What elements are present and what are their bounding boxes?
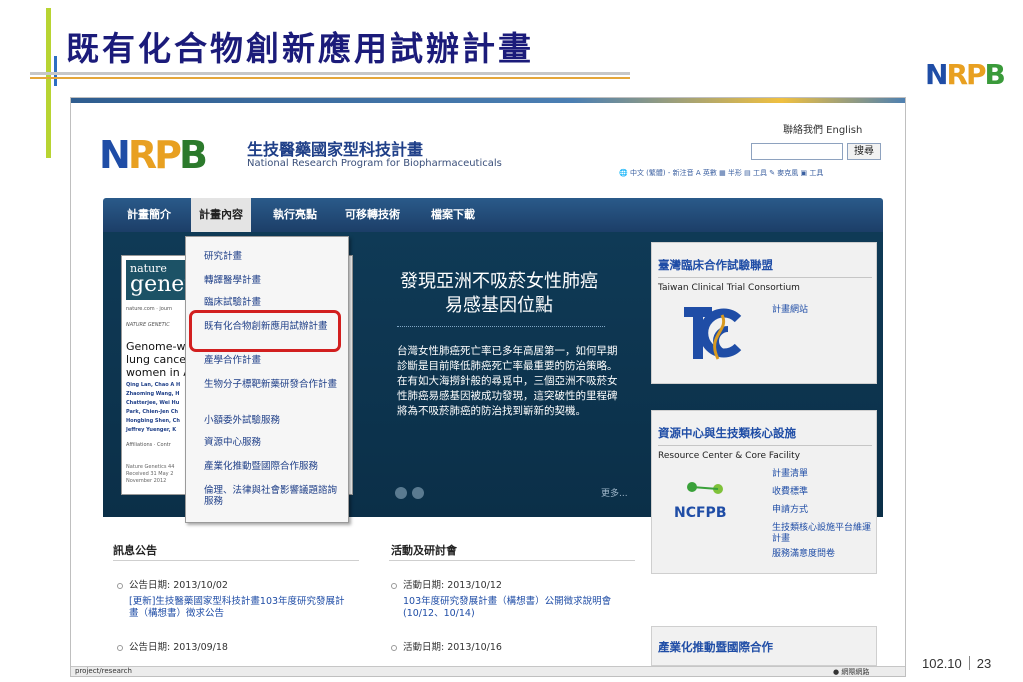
banner-more-link[interactable]: 更多... bbox=[601, 486, 628, 499]
slide-accent-bar-blue bbox=[54, 56, 57, 86]
slider-dot[interactable] bbox=[395, 487, 407, 499]
bullet-icon bbox=[391, 583, 397, 589]
slide-divider bbox=[30, 72, 630, 75]
event-link[interactable]: 103年度研究發展計畫（構想書）公開徵求說明會 (10/12、10/14) bbox=[403, 596, 611, 620]
banner-divider bbox=[397, 326, 605, 327]
core-facility-title[interactable]: 資源中心與生技類核心設施 bbox=[658, 425, 796, 441]
panel-divider bbox=[658, 445, 872, 446]
nav-item-tech-transfer[interactable]: 可移轉技術 bbox=[345, 198, 400, 232]
tcc-subtitle: Taiwan Clinical Trial Consortium bbox=[658, 283, 800, 293]
dropdown-item-research[interactable]: 研究計畫 bbox=[204, 251, 342, 262]
website-screenshot: NRPB 生技醫藥國家型科技計畫 National Research Progr… bbox=[70, 97, 906, 677]
bullet-icon bbox=[391, 645, 397, 651]
bullet-icon bbox=[117, 583, 123, 589]
highlight-annotation bbox=[189, 310, 341, 352]
slide-title: 既有化合物創新應用試辦計畫 bbox=[66, 29, 534, 68]
site-title: 生技醫藥國家型科技計畫 bbox=[247, 140, 424, 159]
banner-body: 台灣女性肺癌死亡率已多年高居第一，如何早期診斷是目前降低肺癌死亡率最重要的防治策… bbox=[397, 345, 618, 417]
dropdown-item-small-outsourcing[interactable]: 小額委外試驗服務 bbox=[204, 415, 342, 426]
news-link[interactable]: [更新]生技醫藥國家型科技計畫103年度研究發展計 畫（構想書）徵求公告 bbox=[129, 596, 345, 620]
core-link-list[interactable]: 計畫清單 bbox=[772, 469, 872, 480]
content-dropdown-menu: 研究計畫 轉譯醫學計畫 臨床試驗計畫 既有化合物創新應用試辦計畫 產學合作計畫 … bbox=[185, 236, 349, 523]
journal-url: nature.com · journ bbox=[126, 306, 173, 312]
journal-section: NATURE GENETIC bbox=[126, 322, 170, 328]
tcc-logo-icon bbox=[684, 307, 742, 360]
site-subtitle: National Research Program for Biopharmac… bbox=[247, 158, 502, 169]
slide-divider-orange bbox=[30, 77, 630, 79]
dropdown-item-industry-academia[interactable]: 產學合作計畫 bbox=[204, 355, 342, 366]
panel-divider bbox=[658, 277, 872, 278]
core-link-apply[interactable]: 申請方式 bbox=[772, 505, 872, 516]
nav-item-downloads[interactable]: 檔案下載 bbox=[431, 198, 475, 232]
dropdown-item-biomolecular[interactable]: 生物分子標靶新藥研發合作計畫 bbox=[204, 379, 342, 390]
banner-heading: 發現亞洲不吸菸女性肺癌 易感基因位點 bbox=[400, 271, 598, 316]
events-divider bbox=[389, 560, 635, 561]
slide-footer: 102.10 23 bbox=[922, 656, 991, 671]
tcc-site-link[interactable]: 計畫網站 bbox=[772, 305, 872, 316]
slide-logo: NRPB bbox=[925, 58, 1006, 91]
slider-dots bbox=[395, 484, 429, 503]
ncfpb-logo-icon: NCFPB bbox=[674, 482, 727, 521]
journal-affiliations: Affiliations · Contr bbox=[126, 442, 171, 448]
nav-item-highlights[interactable]: 執行亮點 bbox=[273, 198, 317, 232]
top-links[interactable]: 聯絡我們 English bbox=[783, 121, 862, 136]
browser-status-bar: project/research ● 網際網路 bbox=[71, 666, 905, 676]
bullet-icon bbox=[117, 645, 123, 651]
news-divider bbox=[113, 560, 359, 561]
dropdown-item-elsi[interactable]: 倫理、法律與社會影響議題諮詢服務 bbox=[204, 485, 342, 507]
event-date: 活動日期: 2013/10/12 bbox=[403, 580, 502, 591]
status-url: project/research bbox=[75, 667, 132, 675]
core-facility-panel: 資源中心與生技類核心設施 Resource Center & Core Faci… bbox=[651, 410, 877, 574]
core-link-platform[interactable]: 生技類核心設施平台維運計畫 bbox=[772, 523, 872, 545]
news-date: 公告日期: 2013/10/02 bbox=[129, 580, 228, 591]
site-top-strip bbox=[71, 98, 905, 103]
slide-page-number: 23 bbox=[976, 656, 992, 671]
ime-toolbar: 🌐 中文 (繁體) - 新注音 A 英數 ▦ 半形 ▤ 工具 ✎ 麥克風 ▣ 工… bbox=[619, 169, 824, 177]
slide-date: 102.10 bbox=[922, 656, 962, 671]
industry-title[interactable]: 產業化推動暨國際合作 bbox=[658, 639, 773, 655]
slider-dot[interactable] bbox=[412, 487, 424, 499]
dropdown-item-clinical[interactable]: 臨床試驗計畫 bbox=[204, 297, 342, 308]
svg-text:NCFPB: NCFPB bbox=[674, 505, 727, 521]
core-link-survey[interactable]: 服務滿意度問卷 bbox=[772, 549, 872, 560]
tcc-panel: 臺灣臨床合作試驗聯盟 Taiwan Clinical Trial Consort… bbox=[651, 242, 877, 384]
core-facility-subtitle: Resource Center & Core Facility bbox=[658, 451, 801, 461]
nav-item-content[interactable]: 計畫內容 bbox=[191, 198, 251, 232]
tcc-title[interactable]: 臺灣臨床合作試驗聯盟 bbox=[658, 257, 773, 273]
industry-panel: 產業化推動暨國際合作 bbox=[651, 626, 877, 666]
news-title: 訊息公告 bbox=[113, 544, 157, 557]
journal-refs: Nature Genetics 44 Received 31 May 2 Nov… bbox=[126, 464, 175, 484]
site-logo[interactable]: NRPB bbox=[99, 133, 208, 177]
core-link-fees[interactable]: 收費標準 bbox=[772, 487, 872, 498]
nav-item-intro[interactable]: 計畫簡介 bbox=[127, 198, 171, 232]
journal-authors: Qing Lan, Chao A H Zhaoming Wang, H Chat… bbox=[126, 382, 181, 433]
event-date: 活動日期: 2013/10/16 bbox=[403, 642, 502, 653]
dropdown-item-translational[interactable]: 轉譯醫學計畫 bbox=[204, 275, 342, 286]
dropdown-item-industrialization[interactable]: 產業化推動暨國際合作服務 bbox=[204, 461, 342, 472]
search-input[interactable] bbox=[751, 143, 843, 160]
slide-accent-bar bbox=[46, 8, 51, 158]
main-nav: 計畫簡介 計畫內容 執行亮點 可移轉技術 檔案下載 bbox=[103, 198, 883, 232]
status-zone: ● 網際網路 bbox=[833, 668, 870, 676]
news-date: 公告日期: 2013/09/18 bbox=[129, 642, 228, 653]
events-title: 活動及研討會 bbox=[391, 544, 457, 557]
dropdown-item-resource-center[interactable]: 資源中心服務 bbox=[204, 437, 342, 448]
search-button[interactable]: 搜尋 bbox=[847, 143, 881, 160]
